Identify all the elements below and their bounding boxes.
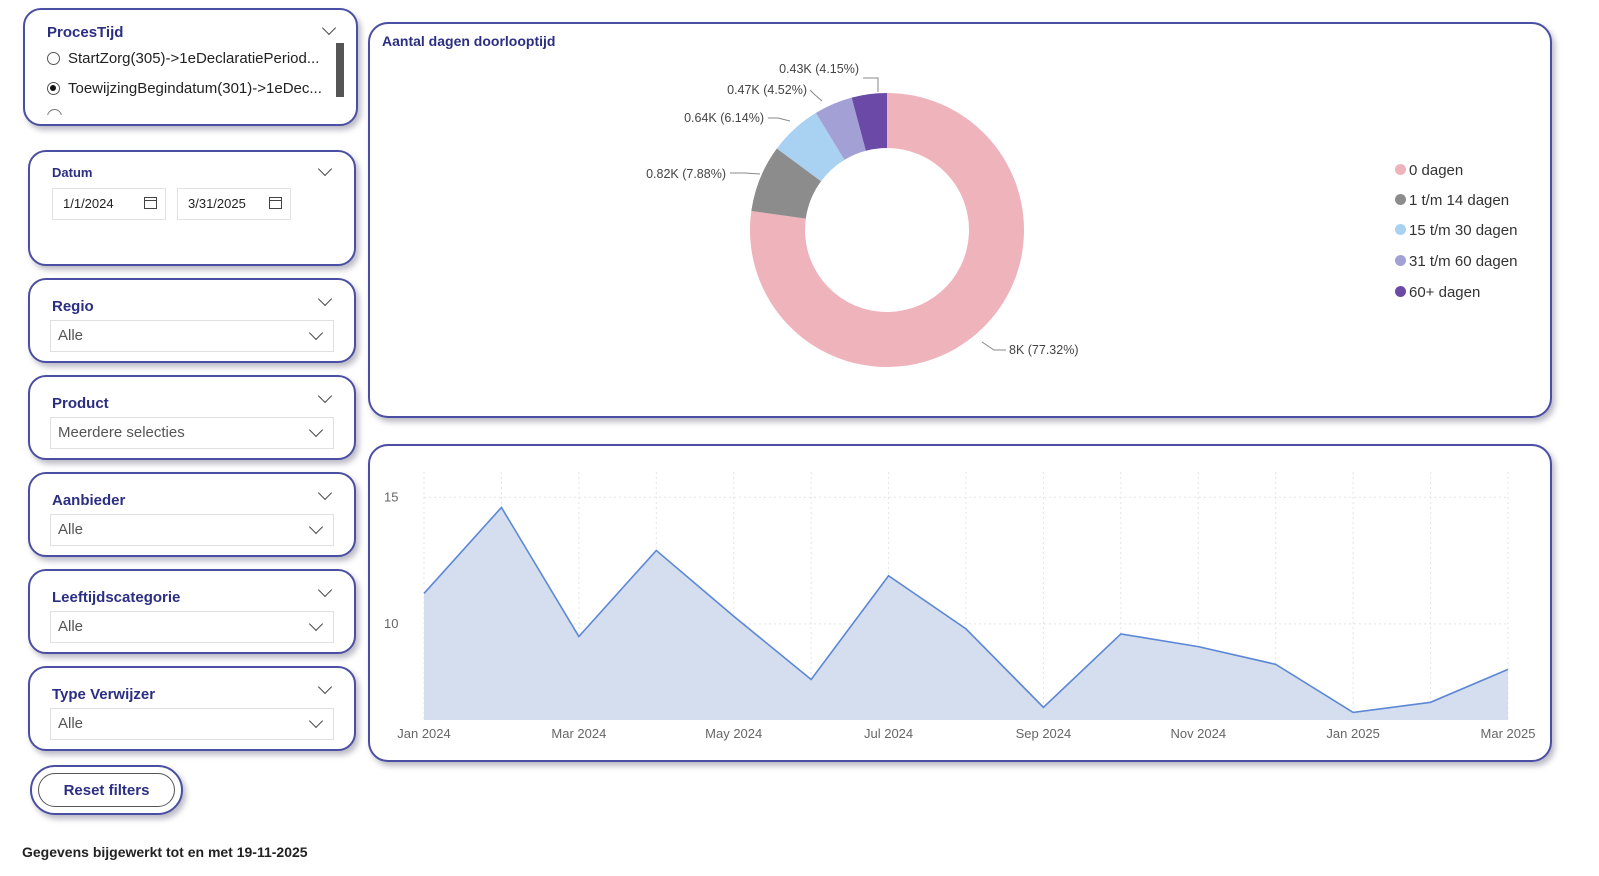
data-updated-footer: Gegevens bijgewerkt tot en met 19-11-202… xyxy=(22,844,308,860)
legend-swatch xyxy=(1395,164,1406,175)
procestijd-option-1[interactable]: StartZorg(305)->1eDeclaratiePeriod... xyxy=(47,50,319,67)
legend-item-31-60-dagen[interactable]: 31 t/m 60 dagen xyxy=(1395,253,1517,270)
regio-title: Regio xyxy=(52,298,94,315)
legend-label: 15 t/m 30 dagen xyxy=(1409,222,1518,239)
donut-data-label: 0.64K (6.14%) xyxy=(684,111,764,125)
product-value: Meerdere selecties xyxy=(58,424,185,441)
partial-hidden-option xyxy=(47,109,337,115)
procestijd-option-2[interactable]: ToewijzingBegindatum(301)->1eDec... xyxy=(47,80,322,97)
chevron-down-icon[interactable] xyxy=(317,485,333,501)
end-date-value: 3/31/2025 xyxy=(188,196,246,211)
product-dropdown[interactable]: Meerdere selecties xyxy=(50,417,334,449)
aanbieder-title: Aanbieder xyxy=(52,492,126,509)
chevron-down-icon[interactable] xyxy=(308,713,324,729)
leader-line xyxy=(730,172,761,175)
chevron-down-icon[interactable] xyxy=(308,325,324,341)
chevron-down-icon[interactable] xyxy=(308,422,324,438)
x-tick-label: Nov 2024 xyxy=(1170,726,1226,741)
chevron-down-icon[interactable] xyxy=(308,519,324,535)
procestijd-slicer: ProcesTijd StartZorg(305)->1eDeclaratieP… xyxy=(23,8,358,126)
aanbieder-dropdown[interactable]: Alle xyxy=(50,514,334,546)
leeftijd-value: Alle xyxy=(58,618,84,635)
calendar-icon[interactable] xyxy=(144,197,157,209)
leeftijd-slicer: Leeftijdscategorie Alle xyxy=(28,569,356,654)
donut-data-label: 0.43K (4.15%) xyxy=(779,62,859,76)
radio-icon[interactable] xyxy=(47,52,60,65)
x-tick-label: Jan 2024 xyxy=(397,726,451,741)
y-tick-label: 10 xyxy=(384,616,398,631)
leeftijd-dropdown[interactable]: Alle xyxy=(50,611,334,643)
verwijzer-title: Type Verwijzer xyxy=(52,686,156,703)
calendar-icon[interactable] xyxy=(269,197,282,209)
x-tick-label: Mar 2025 xyxy=(1481,726,1536,741)
end-date-input[interactable]: 3/31/2025 xyxy=(177,188,291,220)
verwijzer-value: Alle xyxy=(58,715,84,732)
legend-label: 31 t/m 60 dagen xyxy=(1409,253,1518,270)
chevron-down-icon[interactable] xyxy=(317,388,333,404)
chevron-down-icon[interactable] xyxy=(321,20,337,36)
scrollbar[interactable] xyxy=(336,43,344,97)
procestijd-title: ProcesTijd xyxy=(47,24,124,41)
legend-item-60-plus-dagen[interactable]: 60+ dagen xyxy=(1395,284,1480,301)
x-tick-label: Jul 2024 xyxy=(864,726,913,741)
donut-data-label: 0.47K (4.52%) xyxy=(727,83,807,97)
start-date-value: 1/1/2024 xyxy=(63,196,114,211)
legend-label: 0 dagen xyxy=(1409,162,1464,179)
option-label: StartZorg(305)->1eDeclaratiePeriod... xyxy=(68,50,320,67)
aanbieder-value: Alle xyxy=(58,521,84,538)
x-tick-label: Sep 2024 xyxy=(1016,726,1072,741)
donut-chart: 8K (77.32%) 0.82K (7.88%) 0.64K (6.14%) 0.4… xyxy=(646,62,1078,368)
datum-slicer: Datum 1/1/2024 3/31/2025 xyxy=(28,150,356,266)
x-tick-label: May 2024 xyxy=(705,726,762,741)
donut-data-label: 8K (77.32%) xyxy=(1009,343,1078,357)
leader-line xyxy=(809,89,823,102)
radio-selected-icon[interactable] xyxy=(47,82,60,95)
regio-value: Alle xyxy=(58,327,84,344)
verwijzer-slicer: Type Verwijzer Alle xyxy=(28,666,356,751)
legend-item-15-30-dagen[interactable]: 15 t/m 30 dagen xyxy=(1395,222,1517,239)
legend-swatch xyxy=(1395,224,1406,235)
regio-dropdown[interactable]: Alle xyxy=(50,320,334,352)
leader-line xyxy=(863,77,879,92)
x-tick-label: Mar 2024 xyxy=(551,726,606,741)
leeftijd-title: Leeftijdscategorie xyxy=(52,589,181,606)
chevron-down-icon[interactable] xyxy=(317,679,333,695)
datum-title: Datum xyxy=(52,165,93,180)
area-chart: 15 10 Jan 2024 Mar 2024 May 2024 Jul 2024 Sep … xyxy=(384,472,1536,741)
regio-slicer: Regio Alle xyxy=(28,278,356,363)
reset-filters-label[interactable]: Reset filters xyxy=(38,773,175,807)
product-title: Product xyxy=(52,395,109,412)
area-chart-card: 15 10 Jan 2024 Mar 2024 May 2024 Jul 2024 Sep … xyxy=(368,444,1552,762)
chevron-down-icon[interactable] xyxy=(317,582,333,598)
option-label: ToewijzingBegindatum(301)->1eDec... xyxy=(68,80,322,97)
product-slicer: Product Meerdere selecties xyxy=(28,375,356,460)
legend-swatch xyxy=(1395,286,1406,297)
legend-swatch xyxy=(1395,255,1406,266)
aanbieder-slicer: Aanbieder Alle xyxy=(28,472,356,557)
reset-filters-button[interactable]: Reset filters xyxy=(30,765,183,815)
leader-line xyxy=(768,117,791,122)
x-tick-label: Jan 2025 xyxy=(1326,726,1380,741)
chevron-down-icon[interactable] xyxy=(317,161,333,177)
chevron-down-icon[interactable] xyxy=(308,616,324,632)
legend-label: 1 t/m 14 dagen xyxy=(1409,192,1510,209)
legend-label: 60+ dagen xyxy=(1409,284,1481,301)
legend-item-0-dagen[interactable]: 0 dagen xyxy=(1395,162,1463,179)
leader-line xyxy=(981,341,1006,351)
donut-chart-card: Aantal dagen doorlooptijd 8K (77.32%) 0.8… xyxy=(368,22,1552,418)
chevron-down-icon[interactable] xyxy=(317,291,333,307)
donut-data-label: 0.82K (7.88%) xyxy=(646,167,726,181)
legend-item-1-14-dagen[interactable]: 1 t/m 14 dagen xyxy=(1395,192,1509,209)
start-date-input[interactable]: 1/1/2024 xyxy=(52,188,166,220)
y-tick-label: 15 xyxy=(384,489,398,504)
legend-swatch xyxy=(1395,194,1406,205)
verwijzer-dropdown[interactable]: Alle xyxy=(50,708,334,740)
